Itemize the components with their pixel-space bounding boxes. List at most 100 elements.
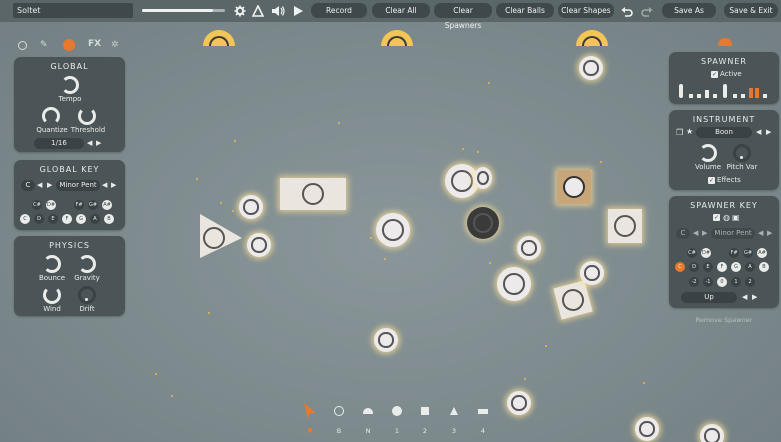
circle-tool-icon[interactable]: [392, 406, 402, 416]
global-note-f-sharp[interactable]: F#: [74, 200, 84, 210]
bar-tool-icon[interactable]: [478, 409, 488, 414]
ball[interactable]: [635, 417, 659, 441]
quantize-knob[interactable]: [42, 107, 60, 125]
ball[interactable]: [497, 267, 531, 301]
speaker-icon[interactable]: [270, 3, 286, 19]
spawner-tool-icon[interactable]: [363, 408, 373, 414]
clear-shapes-button[interactable]: Clear Shapes: [558, 3, 614, 18]
global-root-prev-arrow[interactable]: ◀: [37, 180, 42, 191]
play-icon[interactable]: [290, 3, 306, 19]
spawner-note-e[interactable]: E: [703, 262, 713, 272]
ball[interactable]: [507, 391, 531, 415]
ball[interactable]: [580, 261, 604, 285]
instrument-volume-knob[interactable]: [699, 144, 717, 162]
global-note-f[interactable]: F: [62, 214, 72, 224]
direction-prev-arrow[interactable]: ◀: [742, 292, 747, 303]
global-scale-select[interactable]: Minor Pent: [56, 180, 100, 191]
ball[interactable]: [374, 328, 398, 352]
spawner-note-g-sharp[interactable]: G#: [743, 248, 753, 258]
global-note-g[interactable]: G: [76, 214, 86, 224]
global-root-next-arrow[interactable]: ▶: [47, 180, 52, 191]
selected-spawner-dome[interactable]: [718, 38, 732, 46]
direction-next-arrow[interactable]: ▶: [752, 292, 757, 303]
smiley-tab-icon[interactable]: [63, 39, 75, 51]
bounce-knob[interactable]: [43, 255, 61, 273]
spawner-note-c[interactable]: C: [675, 262, 685, 272]
remove-spawner-link[interactable]: Remove Spawner: [669, 316, 779, 324]
spawner-note-d[interactable]: D: [689, 262, 699, 272]
ball[interactable]: [474, 167, 492, 189]
spawner-dome[interactable]: [576, 30, 608, 46]
spawner-note-c-sharp[interactable]: C#: [687, 248, 697, 258]
save-as-button[interactable]: Save As: [662, 3, 716, 18]
ball-tool-icon[interactable]: [334, 406, 344, 416]
cursor-tool-icon[interactable]: [302, 401, 318, 421]
drift-knob[interactable]: [78, 286, 96, 304]
fx-tab[interactable]: FX: [88, 39, 101, 49]
undo-icon[interactable]: [619, 3, 635, 19]
tempo-knob[interactable]: [61, 76, 79, 94]
octave-plus-2[interactable]: 2: [745, 277, 755, 287]
ball[interactable]: [700, 424, 724, 442]
octave-minus-1[interactable]: -1: [703, 277, 713, 287]
global-note-g-sharp[interactable]: G#: [88, 200, 98, 210]
division-prev-arrow[interactable]: ◀: [87, 138, 92, 149]
rotated-square-shape[interactable]: [553, 280, 593, 320]
global-scale-next-arrow[interactable]: ▶: [111, 180, 116, 191]
octave-minus-2[interactable]: -2: [689, 277, 699, 287]
global-note-c-sharp[interactable]: C#: [32, 200, 42, 210]
dark-ball[interactable]: [467, 207, 499, 239]
division-next-arrow[interactable]: ▶: [96, 138, 101, 149]
ball[interactable]: [517, 236, 541, 260]
metronome-triangle-icon[interactable]: [250, 3, 266, 19]
threshold-knob[interactable]: [78, 107, 96, 125]
global-note-c[interactable]: C: [20, 214, 30, 224]
instrument-prev-arrow[interactable]: ◀: [756, 127, 761, 138]
global-key-root-select[interactable]: C: [21, 180, 35, 191]
pitch-var-knob[interactable]: [733, 144, 751, 162]
instrument-select[interactable]: Boon: [696, 127, 752, 138]
save-exit-button[interactable]: Save & Exit: [724, 3, 778, 18]
clear-spawners-button[interactable]: Clear Spawners: [434, 3, 492, 30]
quantize-division-select[interactable]: 1/16: [34, 138, 84, 149]
global-note-b[interactable]: B: [104, 214, 114, 224]
spawner-active-checkbox[interactable]: ✓: [711, 71, 718, 78]
square-tool-icon[interactable]: [421, 407, 429, 415]
record-button[interactable]: Record: [311, 3, 367, 18]
spawner-note-f[interactable]: F: [717, 262, 727, 272]
global-note-a[interactable]: A: [90, 214, 100, 224]
global-note-e[interactable]: E: [48, 214, 58, 224]
spawner-root-prev-arrow[interactable]: ◀: [693, 228, 698, 239]
master-volume-slider[interactable]: [142, 9, 225, 12]
ball[interactable]: [247, 233, 271, 257]
circle-tab-icon[interactable]: [18, 41, 27, 50]
spawner-pattern-sliders[interactable]: [677, 82, 772, 100]
clear-balls-button[interactable]: Clear Balls: [496, 3, 554, 18]
spawner-dome[interactable]: [203, 30, 235, 46]
star-icon[interactable]: ★: [686, 127, 693, 136]
instrument-tab-icon[interactable]: ✎: [40, 40, 48, 50]
lock-icon[interactable]: ▣: [732, 213, 740, 222]
gravity-knob[interactable]: [78, 255, 96, 273]
square-shape[interactable]: [608, 209, 642, 243]
song-title-input[interactable]: Soltet: [13, 3, 133, 18]
spawner-note-g[interactable]: G: [731, 262, 741, 272]
ball[interactable]: [579, 56, 603, 80]
spawner-root-select[interactable]: C: [676, 228, 690, 239]
spawner-note-b[interactable]: B: [759, 262, 769, 272]
global-note-d[interactable]: D: [34, 214, 44, 224]
octave-0[interactable]: 0: [717, 277, 727, 287]
redo-icon[interactable]: [639, 3, 655, 19]
spawner-note-f-sharp[interactable]: F#: [729, 248, 739, 258]
clear-all-button[interactable]: Clear All: [372, 3, 430, 18]
global-note-a-sharp[interactable]: A#: [102, 200, 112, 210]
settings-gear-icon[interactable]: [232, 3, 248, 19]
instrument-next-arrow[interactable]: ▶: [766, 127, 771, 138]
triangle-shape[interactable]: [198, 212, 244, 260]
rectangle-shape[interactable]: [280, 178, 346, 210]
use-global-key-checkbox[interactable]: ✓: [713, 214, 720, 221]
spawner-note-a-sharp[interactable]: A#: [757, 248, 767, 258]
selected-square-shape[interactable]: [557, 170, 591, 204]
triangle-tool-icon[interactable]: [449, 406, 459, 416]
global-scale-prev-arrow[interactable]: ◀: [102, 180, 107, 191]
